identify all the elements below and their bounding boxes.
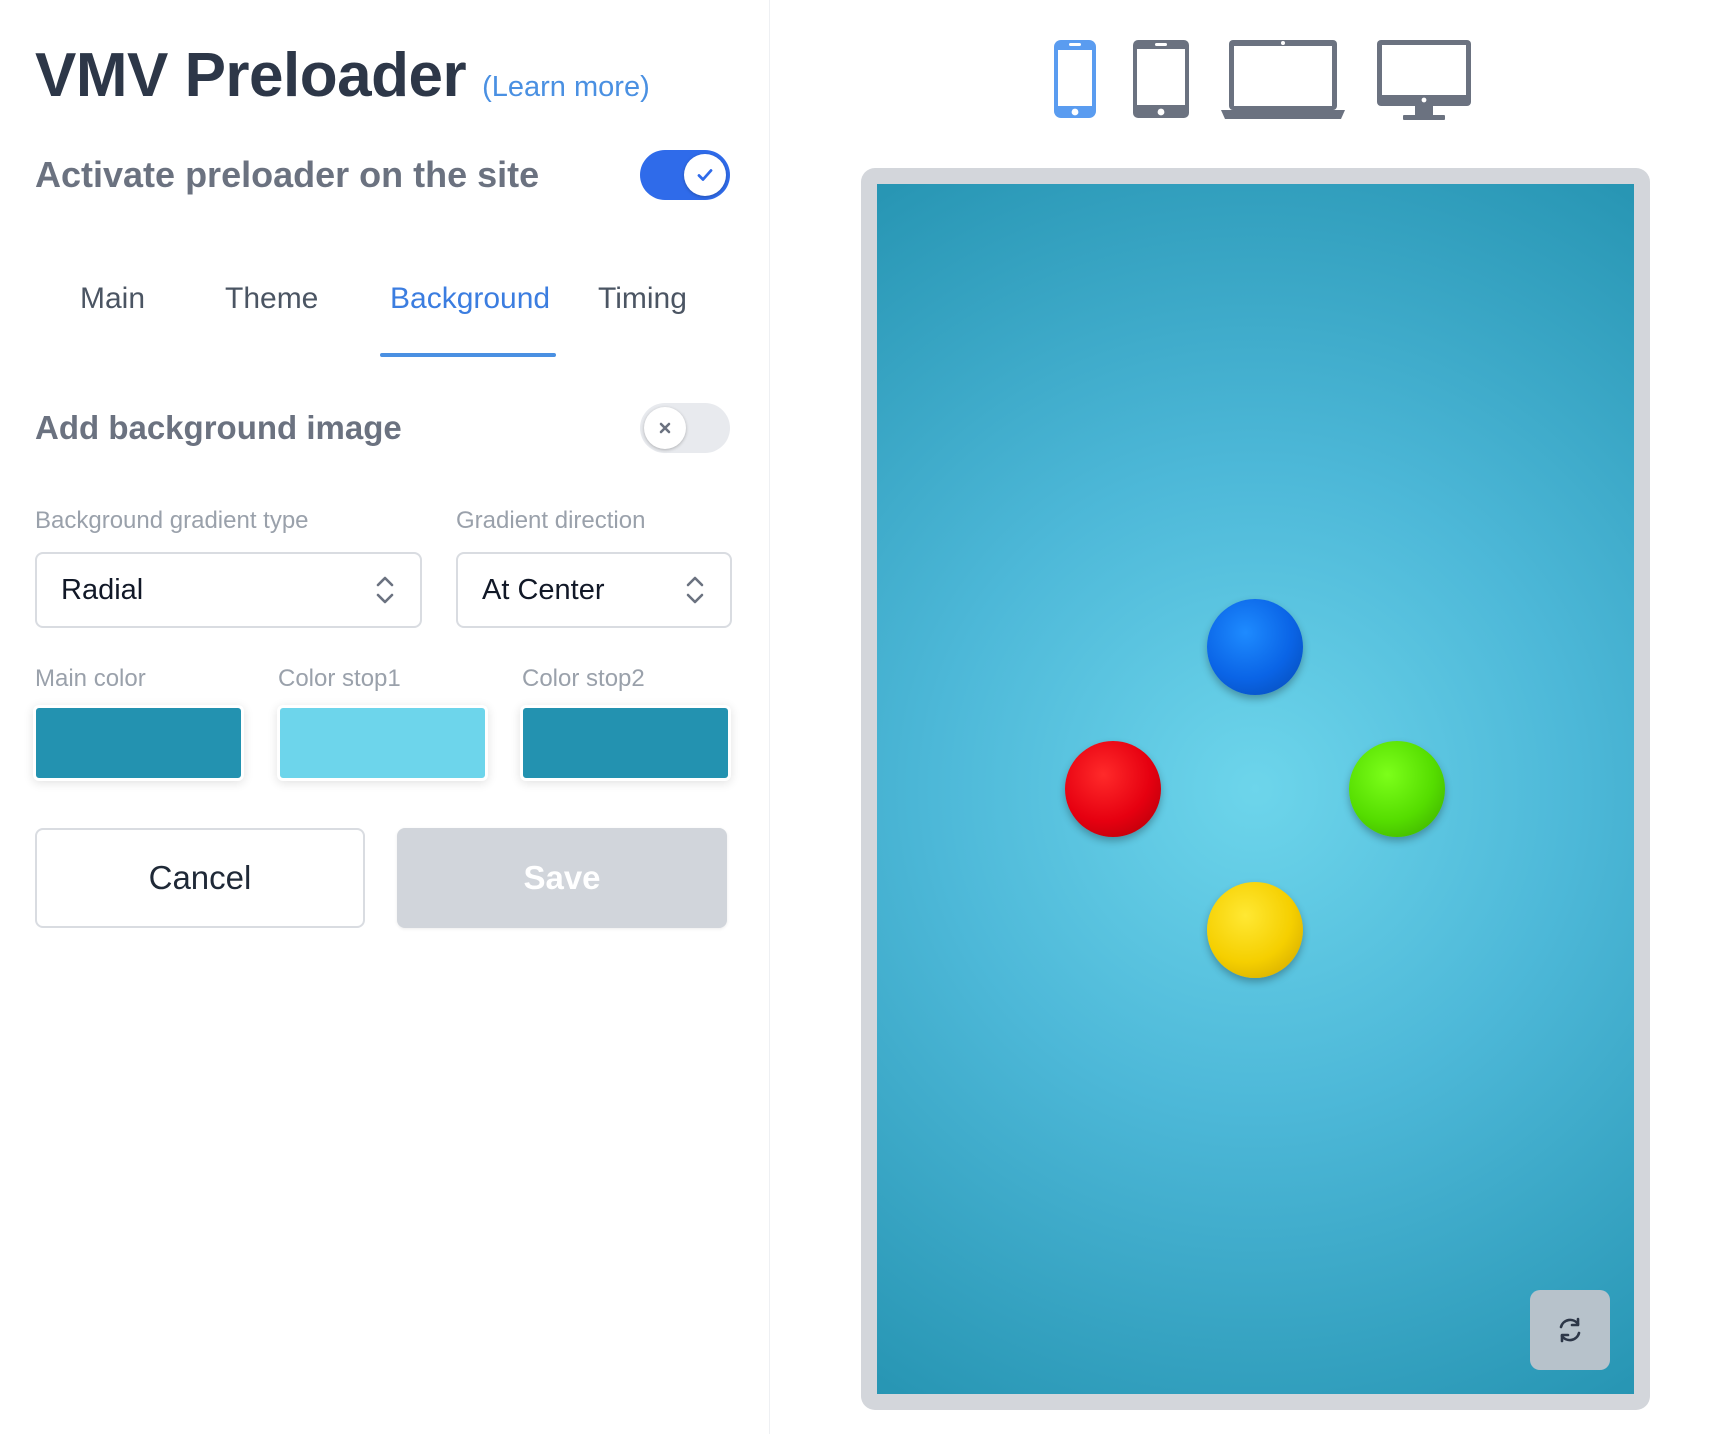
tabs: Main Theme Background Timing <box>35 270 735 360</box>
gradient-direction-value: At Center <box>482 573 605 606</box>
refresh-button[interactable] <box>1530 1290 1610 1370</box>
loader-ball-green <box>1349 741 1445 837</box>
refresh-icon <box>1559 1317 1581 1343</box>
gradient-type-select[interactable]: Radial <box>35 552 422 628</box>
preview-frame <box>861 168 1650 1410</box>
gradient-type-value: Radial <box>61 573 144 606</box>
loader-ball-red <box>1065 741 1161 837</box>
page-title: VMV Preloader <box>35 41 467 110</box>
color-stop2-swatch[interactable] <box>520 705 731 781</box>
main-color-label: Main color <box>35 665 146 692</box>
preview-screen <box>877 184 1634 1394</box>
activate-toggle[interactable] <box>640 150 730 200</box>
tab-main[interactable]: Main <box>80 282 145 316</box>
phone-icon[interactable] <box>1052 38 1098 120</box>
tab-theme[interactable]: Theme <box>225 282 318 316</box>
activate-label: Activate preloader on the site <box>35 154 540 195</box>
chevron-up-down-icon <box>686 576 704 604</box>
active-tab-indicator <box>380 353 556 357</box>
gradient-direction-select[interactable]: At Center <box>456 552 732 628</box>
chevron-up-down-icon <box>376 576 394 604</box>
tablet-icon[interactable] <box>1131 38 1191 120</box>
color-stop2-label: Color stop2 <box>522 665 645 692</box>
activate-row: Activate preloader on the site <box>35 145 730 205</box>
tab-background[interactable]: Background <box>390 282 550 316</box>
save-button[interactable]: Save <box>397 828 727 928</box>
tab-timing[interactable]: Timing <box>598 282 687 316</box>
gradient-type-label: Background gradient type <box>35 507 309 534</box>
gradient-direction-label: Gradient direction <box>456 507 646 534</box>
color-stop1-label: Color stop1 <box>278 665 401 692</box>
loader-ball-yellow <box>1207 882 1303 978</box>
toggle-knob <box>644 406 686 449</box>
toggle-knob <box>684 154 726 196</box>
check-icon <box>697 169 713 181</box>
background-image-label: Add background image <box>35 408 402 446</box>
desktop-icon[interactable] <box>1375 38 1473 122</box>
main-color-swatch[interactable] <box>33 705 244 781</box>
color-stop1-swatch[interactable] <box>277 705 488 781</box>
header: VMV Preloader (Learn more) <box>35 40 650 111</box>
background-image-row: Add background image <box>35 400 730 455</box>
learn-more-link[interactable]: (Learn more) <box>482 71 650 104</box>
loader-ball-blue <box>1207 599 1303 695</box>
laptop-icon[interactable] <box>1221 38 1345 120</box>
settings-panel: VMV Preloader (Learn more) Activate prel… <box>0 0 770 1434</box>
close-icon <box>659 422 671 433</box>
cancel-button[interactable]: Cancel <box>35 828 365 928</box>
background-image-toggle[interactable] <box>640 402 730 453</box>
